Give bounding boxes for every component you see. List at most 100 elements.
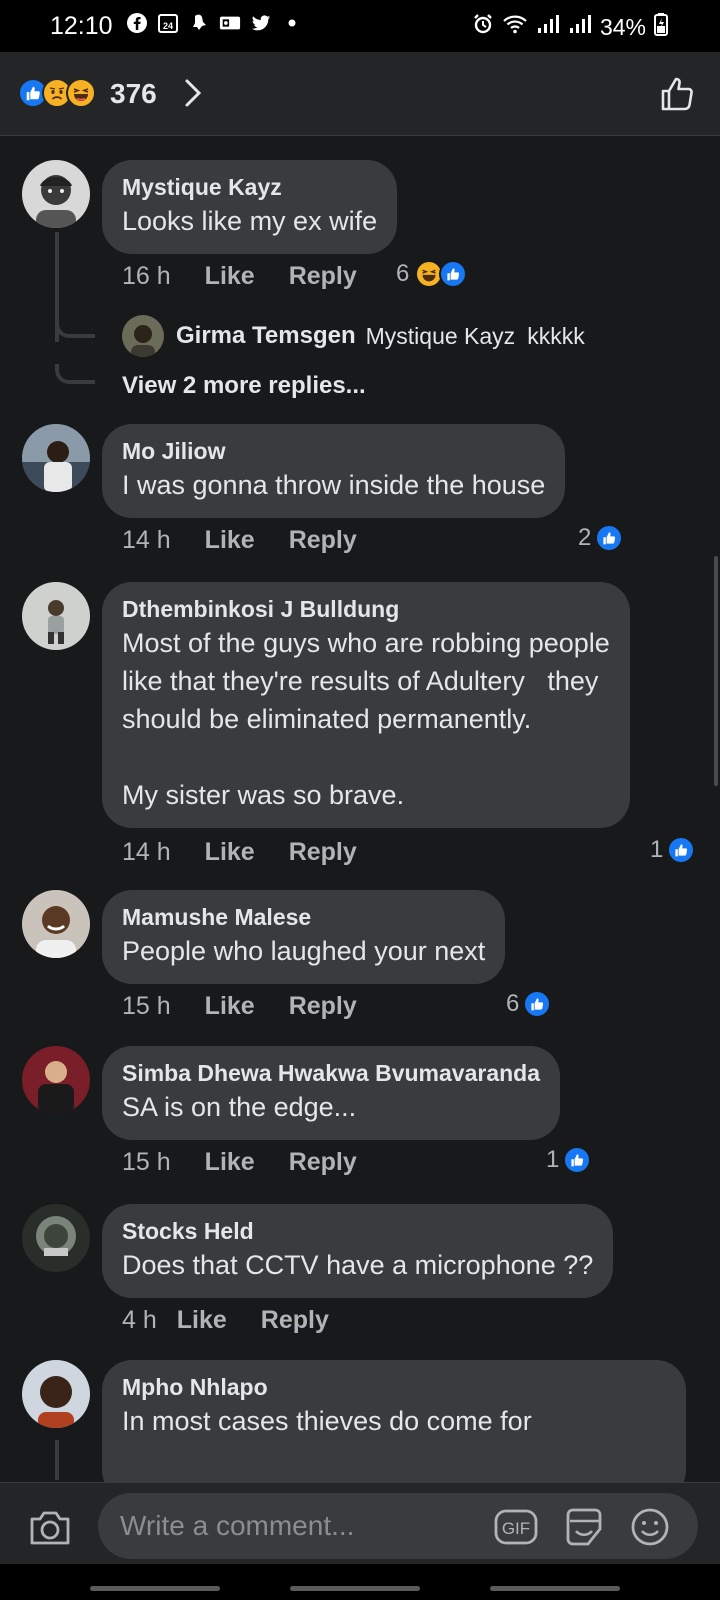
comment-bubble[interactable]: Mamushe Malese People who laughed your n…	[102, 890, 506, 984]
like-button-icon[interactable]	[658, 74, 698, 114]
calendar-icon: 24	[157, 12, 179, 34]
comment-actions: 4 h Like Reply	[122, 1306, 363, 1335]
facebook-icon	[126, 12, 148, 34]
comment-actions: 15 h Like Reply	[122, 1148, 391, 1177]
comment-input[interactable]	[98, 1493, 698, 1559]
reaction-count: 1	[650, 836, 664, 863]
like-action[interactable]: Like	[205, 1148, 255, 1177]
svg-text:GIF: GIF	[502, 1519, 530, 1538]
comment-author[interactable]: Dthembinkosi J Bulldung	[122, 594, 610, 624]
wifi-icon	[502, 13, 528, 41]
camera-icon[interactable]	[28, 1507, 72, 1547]
nav-home[interactable]	[290, 1586, 420, 1591]
reply-action[interactable]: Reply	[289, 992, 357, 1021]
avatar[interactable]	[22, 424, 90, 492]
view-more-replies[interactable]: View 2 more replies...	[122, 372, 366, 400]
comment-time: 14 h	[122, 838, 171, 866]
comment-actions: 15 h Like Reply	[122, 992, 391, 1021]
reaction-summary[interactable]	[18, 78, 96, 108]
reply-tag[interactable]: Mystique Kayz	[366, 323, 516, 350]
avatar[interactable]	[22, 1046, 90, 1114]
reactions-header: 376	[0, 52, 720, 136]
comment-text: Looks like my ex wife	[122, 206, 378, 236]
comment-composer: GIF	[0, 1482, 720, 1564]
reply-text: kkkkk	[527, 322, 585, 349]
comment-time: 16 h	[122, 262, 171, 290]
alarm-icon	[472, 13, 494, 41]
comment-text: Most of the guys who are robbing people …	[122, 628, 610, 810]
outlook-icon	[219, 12, 241, 34]
comment-text: In most cases thieves do come for	[122, 1406, 532, 1436]
comment-time: 4 h	[122, 1306, 157, 1334]
like-action[interactable]: Like	[205, 526, 255, 555]
comment-actions: 14 h Like Reply	[122, 526, 391, 555]
gif-icon[interactable]: GIF	[494, 1507, 538, 1547]
comment-author[interactable]: Simba Dhewa Hwakwa Bvumavaranda	[122, 1058, 540, 1088]
comment-author[interactable]: Mystique Kayz	[122, 172, 377, 202]
avatar[interactable]	[122, 315, 164, 357]
like-action[interactable]: Like	[205, 838, 255, 867]
scrollbar[interactable]	[714, 556, 718, 786]
reply-action[interactable]: Reply	[289, 838, 357, 867]
comments-feed[interactable]: Mystique Kayz Looks like my ex wife 16 h…	[0, 136, 720, 1482]
avatar[interactable]	[22, 890, 90, 958]
comment-reactions[interactable]: 6	[396, 260, 468, 288]
comment-time: 14 h	[122, 526, 171, 554]
comment-bubble[interactable]: Mystique Kayz Looks like my ex wife	[102, 160, 398, 254]
comment-reactions[interactable]: 1	[650, 836, 696, 864]
twitter-icon	[250, 12, 272, 34]
comment-bubble[interactable]: Mo Jiliow I was gonna throw inside the h…	[102, 424, 566, 518]
comment-text: I was gonna throw inside the house	[122, 470, 546, 500]
avatar[interactable]	[22, 160, 90, 228]
avatar[interactable]	[22, 582, 90, 650]
status-time: 12:10	[50, 12, 113, 40]
reply-preview[interactable]: Girma Temsgen Mystique Kayz kkkkk	[122, 315, 585, 357]
reply-author[interactable]: Girma Temsgen	[176, 322, 356, 350]
comment-bubble[interactable]: Stocks Held Does that CCTV have a microp…	[102, 1204, 614, 1298]
like-action[interactable]: Like	[177, 1306, 227, 1335]
status-system-icons: 34%	[472, 12, 668, 42]
signal-icon	[536, 13, 560, 41]
reaction-count: 2	[578, 524, 592, 551]
reaction-count: 6	[396, 260, 410, 287]
comment-text: People who laughed your next	[122, 936, 486, 966]
reply-action[interactable]: Reply	[261, 1306, 329, 1335]
emoji-icon[interactable]	[630, 1507, 670, 1547]
avatar[interactable]	[22, 1360, 90, 1428]
comment-text: Does that CCTV have a microphone ??	[122, 1250, 594, 1280]
comment-author[interactable]: Mamushe Malese	[122, 902, 485, 932]
reply-action[interactable]: Reply	[289, 1148, 357, 1177]
comment-author[interactable]: Mo Jiliow	[122, 436, 545, 466]
like-action[interactable]: Like	[205, 992, 255, 1021]
like-reaction-icon	[595, 524, 624, 552]
sticker-icon[interactable]	[562, 1507, 606, 1547]
svg-text:24: 24	[163, 21, 173, 31]
notification-icon	[188, 12, 210, 34]
nav-back[interactable]	[490, 1586, 620, 1591]
reaction-count[interactable]: 376	[110, 78, 157, 110]
like-reaction-icon	[563, 1146, 592, 1174]
comment-bubble[interactable]: Simba Dhewa Hwakwa Bvumavaranda SA is on…	[102, 1046, 560, 1140]
reply-action[interactable]: Reply	[289, 262, 357, 291]
status-notification-icons: 24	[126, 12, 303, 34]
avatar[interactable]	[22, 1204, 90, 1272]
like-action[interactable]: Like	[205, 262, 255, 291]
signal-icon-2	[568, 13, 592, 41]
chevron-right-icon[interactable]	[178, 76, 208, 110]
like-reaction-icon	[667, 836, 696, 864]
dot-icon	[281, 12, 303, 34]
comment-bubble[interactable]: Dthembinkosi J Bulldung Most of the guys…	[102, 582, 630, 828]
nav-recents[interactable]	[90, 1586, 220, 1591]
comment-time: 15 h	[122, 1148, 171, 1176]
comment-actions: 14 h Like Reply	[122, 838, 391, 867]
thread-elbow	[55, 318, 95, 338]
comment-text: SA is on the edge...	[122, 1092, 357, 1122]
comment-reactions[interactable]: 6	[506, 990, 552, 1018]
comment-reactions[interactable]: 1	[546, 1146, 592, 1174]
comment-reactions[interactable]: 2	[578, 524, 624, 552]
comment-author[interactable]: Stocks Held	[122, 1216, 593, 1246]
comment-actions: 16 h Like Reply	[122, 262, 391, 291]
comment-bubble[interactable]: Mpho Nhlapo In most cases thieves do com…	[102, 1360, 686, 1482]
reply-action[interactable]: Reply	[289, 526, 357, 555]
comment-author[interactable]: Mpho Nhlapo	[122, 1372, 666, 1402]
